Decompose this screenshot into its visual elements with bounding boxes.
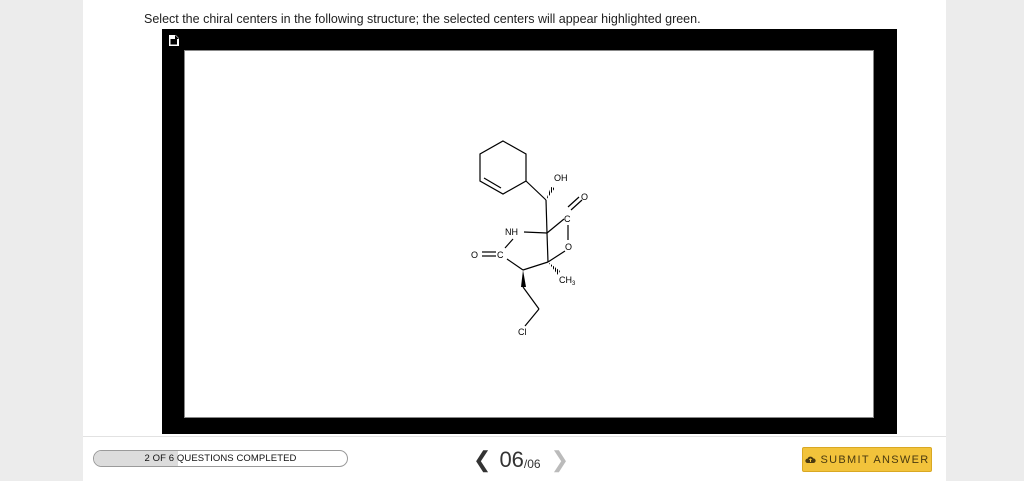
bond-nh-c4 xyxy=(523,231,548,234)
chevron-left-icon[interactable]: ❮ xyxy=(473,449,491,471)
bond-o-c2 xyxy=(547,250,566,263)
progress-label: 2 OF 6 QUESTIONS COMPLETED xyxy=(144,453,297,464)
atom-c-right[interactable]: C xyxy=(564,214,571,224)
ring-double-bond xyxy=(483,177,502,189)
total-pages: /06 xyxy=(523,456,541,471)
pager: ❮ 06 /06 ❯ xyxy=(473,445,569,475)
chevron-right-icon[interactable]: ❯ xyxy=(551,449,569,471)
bond-c4-lactone-c xyxy=(546,218,565,234)
molecule-structure[interactable]: OH NH O C O C O CH3 Cl xyxy=(185,51,873,417)
hashed-wedge-oh xyxy=(546,187,555,200)
molecule-canvas[interactable]: OH NH O C O C O CH3 Cl xyxy=(184,50,874,418)
atom-cl[interactable]: Cl xyxy=(518,327,527,337)
progress-bar: 2 OF 6 QUESTIONS COMPLETED xyxy=(93,450,348,467)
bond-ring-ch xyxy=(525,180,547,201)
bond-co-c3 xyxy=(506,258,524,271)
document-icon[interactable] xyxy=(168,34,180,47)
current-page: 06 xyxy=(499,447,524,472)
bond-c3-c2 xyxy=(522,261,549,271)
bond-nh-co xyxy=(504,238,514,249)
atom-nh[interactable]: NH xyxy=(505,227,518,237)
structure-editor[interactable]: OH NH O C O C O CH3 Cl xyxy=(162,29,897,434)
bond-c4-c2 xyxy=(546,232,549,263)
atom-oh[interactable]: OH xyxy=(554,173,568,183)
bond-chain-1 xyxy=(522,286,540,310)
atom-o-ring[interactable]: O xyxy=(565,242,572,252)
atom-ch3[interactable]: CH3 xyxy=(559,275,576,287)
bond-ch-c4 xyxy=(545,199,548,234)
bond-chain-2 xyxy=(524,308,540,327)
cloud-upload-icon xyxy=(804,456,816,463)
atom-o-right[interactable]: O xyxy=(581,192,588,202)
solid-wedge-chain xyxy=(521,270,526,287)
cyclohexene-ring xyxy=(479,140,527,195)
footer-bar: 2 OF 6 QUESTIONS COMPLETED ❮ 06 /06 ❯ SU… xyxy=(83,436,946,481)
bond-lactone-co-2 xyxy=(567,196,580,208)
question-prompt: Select the chiral centers in the followi… xyxy=(144,12,701,26)
hashed-wedge-ch3 xyxy=(548,262,560,275)
submit-answer-button[interactable]: SUBMIT ANSWER xyxy=(802,447,932,472)
atom-c-left[interactable]: C xyxy=(497,250,504,260)
atom-o-left[interactable]: O xyxy=(471,250,478,260)
submit-label: SUBMIT ANSWER xyxy=(820,453,930,466)
